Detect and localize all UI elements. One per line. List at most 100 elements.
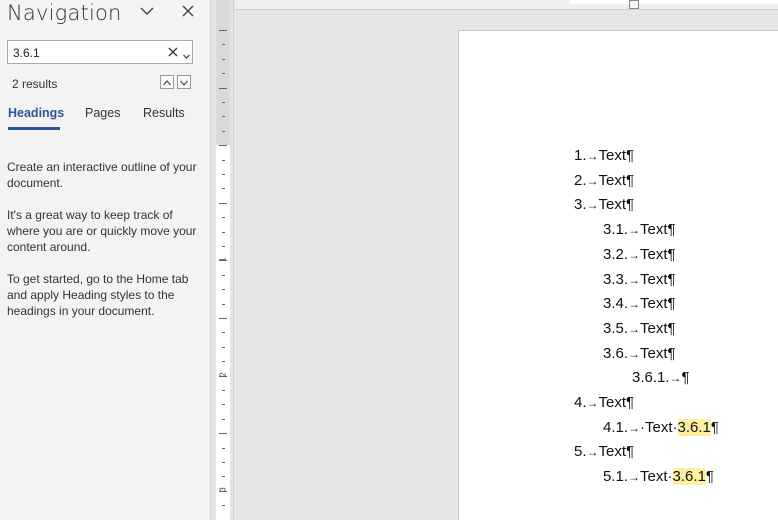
- ruler-tick: [222, 304, 225, 305]
- ruler-tick: [222, 289, 225, 290]
- ruler-tick: [222, 188, 225, 189]
- tab-arrow-icon: →: [628, 272, 641, 287]
- tab-arrow-icon: →: [669, 371, 682, 386]
- document-line[interactable]: 1.→Text¶: [574, 146, 634, 166]
- ruler-tick: [222, 44, 225, 45]
- ruler-tick: [219, 88, 227, 89]
- close-icon[interactable]: [179, 2, 197, 20]
- tab-arrow-icon: →: [628, 223, 641, 238]
- ruler-tick: [222, 347, 225, 348]
- tab-arrow-icon: →: [628, 470, 641, 485]
- line-text: Text: [598, 171, 627, 189]
- list-number: 3.2.: [603, 245, 629, 263]
- ruler-tick: [222, 102, 225, 103]
- chevron-down-icon[interactable]: [138, 2, 156, 20]
- document-line[interactable]: 3.6.1.→¶: [632, 368, 690, 388]
- paragraph-mark: ¶: [667, 344, 676, 362]
- document-line[interactable]: 5.1.→Text·3.6.1¶: [603, 467, 714, 487]
- paragraph-mark: ¶: [626, 196, 635, 214]
- navigation-pane: Navigation 2 results Headings Pages Resu…: [0, 0, 211, 520]
- search-options-chevron-icon[interactable]: [182, 48, 191, 59]
- paragraph-mark: ¶: [681, 369, 690, 387]
- ruler-tick: [222, 462, 225, 463]
- line-text: Text: [640, 221, 668, 239]
- tab-pages[interactable]: Pages: [85, 106, 120, 120]
- document-line[interactable]: 3.2.→Text¶: [603, 245, 676, 265]
- document-line[interactable]: 5.→Text¶: [574, 442, 634, 462]
- ruler-tick: [222, 59, 225, 60]
- document-line[interactable]: 3.3.→Text¶: [603, 270, 676, 290]
- ruler-tick: [222, 332, 225, 333]
- outline-help-text: Create an interactive outline of your do…: [7, 160, 197, 190]
- ruler-tick: [222, 448, 225, 449]
- line-text: Text: [640, 245, 668, 263]
- document-page[interactable]: 1.→Text¶ 2.→Text¶ 3.→Text¶ 3.1.→Text¶ 3.2.→T…: [458, 30, 778, 520]
- ruler-tick: [222, 131, 225, 132]
- ruler-tick: [222, 419, 225, 420]
- search-input[interactable]: [13, 44, 163, 61]
- horizontal-ruler[interactable]: [235, 0, 778, 10]
- list-number: 3.6.1.: [632, 369, 670, 387]
- document-line[interactable]: 3.→Text¶: [574, 195, 634, 215]
- tab-arrow-icon: →: [628, 297, 641, 312]
- ruler-tick: [222, 174, 225, 175]
- line-text: Text: [640, 270, 668, 288]
- line-text: Text: [598, 443, 627, 461]
- search-box[interactable]: [7, 40, 193, 64]
- ruler-tick: [222, 390, 225, 391]
- tab-arrow-icon: →: [586, 396, 599, 410]
- list-number: 3.4.: [603, 295, 629, 313]
- clear-search-icon[interactable]: [166, 45, 180, 59]
- previous-result-button[interactable]: [160, 75, 174, 89]
- list-number: 3.: [574, 196, 587, 214]
- document-area: 1.→Text¶ 2.→Text¶ 3.→Text¶ 3.1.→Text¶ 3.2.→T…: [235, 0, 778, 520]
- ruler-tick: [222, 505, 225, 506]
- paragraph-mark: ¶: [667, 270, 676, 288]
- tab-arrow-icon: →: [586, 149, 599, 163]
- line-text: Text: [640, 344, 668, 362]
- list-number: 3.1.: [603, 221, 629, 239]
- document-line[interactable]: 3.4.→Text¶: [603, 294, 676, 314]
- paragraph-mark: ¶: [667, 319, 676, 337]
- paragraph-mark: ¶: [626, 171, 635, 189]
- tab-arrow-icon: →: [628, 420, 641, 435]
- document-line[interactable]: 2.→Text¶: [574, 171, 634, 191]
- tab-headings[interactable]: Headings: [8, 106, 64, 120]
- vertical-ruler[interactable]: 1 2 3: [212, 0, 234, 520]
- ruler-tick: [222, 217, 225, 218]
- search-highlight: 3.6.1: [672, 468, 706, 486]
- document-line[interactable]: 3.5.→Text¶: [603, 319, 676, 339]
- paragraph-mark: ¶: [626, 394, 635, 411]
- ruler-tick: [219, 145, 227, 146]
- ruler-tick: [222, 361, 225, 362]
- ruler-tick: [222, 476, 225, 477]
- line-text: Text: [598, 147, 627, 164]
- ruler-tick: [219, 30, 227, 31]
- results-count: 2 results: [12, 77, 58, 91]
- track-help-text: It's a great way to keep track of where …: [7, 208, 197, 254]
- document-line[interactable]: 3.1.→Text¶: [603, 220, 676, 240]
- line-text: Text·: [640, 468, 673, 486]
- paragraph-mark: ¶: [626, 443, 635, 461]
- ruler-tick: [222, 404, 225, 405]
- tab-arrow-icon: →: [628, 346, 641, 361]
- list-number: 5.1.: [603, 468, 629, 486]
- paragraph-mark: ¶: [705, 468, 714, 486]
- ruler-tick: [222, 73, 225, 74]
- tab-arrow-icon: →: [586, 445, 599, 460]
- indent-marker[interactable]: [629, 0, 639, 9]
- ruler-tick: [222, 116, 225, 117]
- document-line[interactable]: 4.→Text¶: [574, 393, 634, 413]
- line-text: Text: [598, 196, 627, 214]
- tab-arrow-icon: →: [628, 321, 641, 336]
- ruler-tick: [222, 160, 225, 161]
- paragraph-mark: ¶: [710, 418, 719, 436]
- document-line[interactable]: 3.6.→Text¶: [603, 344, 676, 364]
- list-number: 3.3.: [603, 270, 629, 288]
- tab-results[interactable]: Results: [143, 106, 185, 120]
- list-number: 2.: [574, 171, 587, 189]
- document-line[interactable]: 4.1.→·Text·3.6.1¶: [603, 418, 719, 438]
- next-result-button[interactable]: [177, 75, 191, 89]
- line-text: Text: [640, 295, 668, 313]
- active-tab-indicator: [8, 127, 60, 130]
